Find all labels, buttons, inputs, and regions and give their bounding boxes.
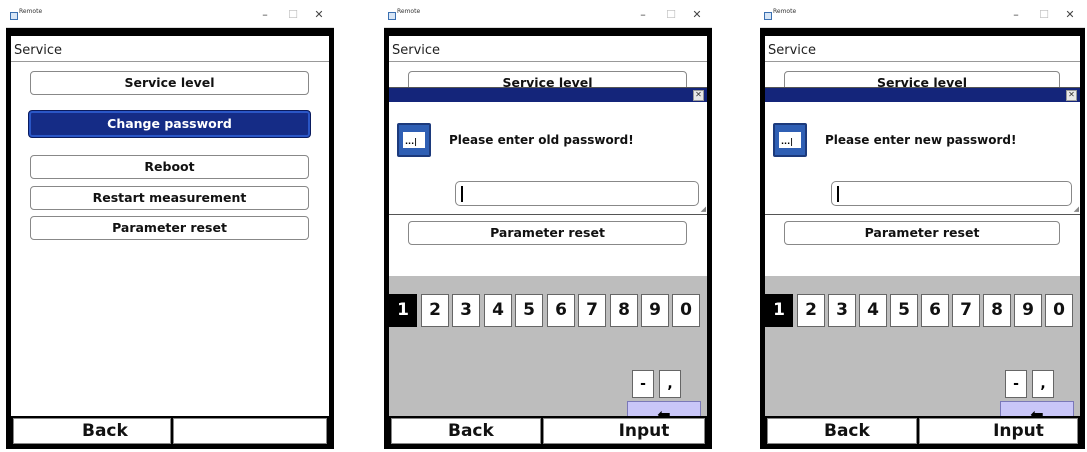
- parameter-reset-button[interactable]: Parameter reset: [30, 216, 309, 240]
- back-button[interactable]: Back: [391, 418, 541, 444]
- key-0[interactable]: 0: [672, 294, 700, 327]
- empty-footer-button[interactable]: [173, 418, 327, 444]
- close-button[interactable]: ✕: [1059, 6, 1081, 24]
- comma-key[interactable]: ,: [659, 370, 681, 398]
- dialog-title-bar: ✕: [765, 88, 1080, 102]
- input-button[interactable]: Input: [919, 418, 1078, 444]
- key-6[interactable]: 6: [921, 294, 949, 327]
- dialog-title-bar: ✕: [389, 88, 707, 102]
- key-5[interactable]: 5: [890, 294, 918, 327]
- key-2[interactable]: 2: [421, 294, 449, 327]
- device-screen: Service Service level Parameter reset ✕ …: [765, 36, 1080, 444]
- key-3[interactable]: 3: [452, 294, 480, 327]
- close-button[interactable]: ✕: [686, 6, 708, 24]
- page-title: Service: [14, 43, 63, 58]
- parameter-reset-button[interactable]: Parameter reset: [784, 221, 1060, 245]
- window-title: Remote: [773, 8, 797, 15]
- password-dialog: ✕ ...| Please enter old password! ◢: [389, 87, 707, 215]
- key-5[interactable]: 5: [515, 294, 543, 327]
- window-title: Remote: [19, 8, 43, 15]
- key-1[interactable]: 1: [765, 294, 793, 327]
- app-icon: [764, 12, 772, 20]
- key-4[interactable]: 4: [859, 294, 887, 327]
- dialog-message: Please enter new password!: [825, 133, 1017, 147]
- key-2[interactable]: 2: [797, 294, 825, 327]
- title-bar: Remote – ☐ ✕: [384, 4, 712, 28]
- change-password-button[interactable]: Change password: [28, 110, 311, 138]
- app-icon: [388, 12, 396, 20]
- remote-window-1: Remote – ☐ ✕ Service Service level Chang…: [6, 4, 334, 449]
- remote-window-3: Remote – ☐ ✕ Service Service level Param…: [760, 4, 1085, 449]
- minimize-button[interactable]: –: [632, 6, 654, 24]
- title-bar: Remote – ☐ ✕: [6, 4, 334, 28]
- key-1[interactable]: 1: [389, 294, 417, 327]
- remote-window-2: Remote – ☐ ✕ Service Service level Param…: [384, 4, 712, 449]
- back-button[interactable]: Back: [13, 418, 171, 444]
- maximize-button[interactable]: ☐: [282, 6, 304, 24]
- maximize-button[interactable]: ☐: [1033, 6, 1055, 24]
- dialog-close-icon[interactable]: ✕: [693, 90, 704, 101]
- page-title: Service: [768, 43, 817, 58]
- key-3[interactable]: 3: [828, 294, 856, 327]
- title-bar: Remote – ☐ ✕: [760, 4, 1085, 28]
- device-screen: Service Service level Parameter reset ✕ …: [389, 36, 707, 444]
- minus-key[interactable]: -: [632, 370, 654, 398]
- footer-bar: Back: [11, 416, 329, 444]
- maximize-button[interactable]: ☐: [660, 6, 682, 24]
- close-button[interactable]: ✕: [308, 6, 330, 24]
- text-caret: [837, 186, 839, 202]
- input-button[interactable]: Input: [543, 418, 705, 444]
- reboot-button[interactable]: Reboot: [30, 155, 309, 179]
- resize-grip-icon: ◢: [1073, 205, 1079, 213]
- header-divider: [765, 61, 1080, 62]
- key-7[interactable]: 7: [952, 294, 980, 327]
- back-button[interactable]: Back: [767, 418, 917, 444]
- key-0[interactable]: 0: [1045, 294, 1073, 327]
- password-input[interactable]: [831, 181, 1072, 206]
- service-level-button[interactable]: Service level: [30, 71, 309, 95]
- page-title: Service: [392, 43, 441, 58]
- key-8[interactable]: 8: [610, 294, 638, 327]
- password-icon: ...|: [773, 123, 807, 157]
- password-input[interactable]: [455, 181, 699, 206]
- parameter-reset-button[interactable]: Parameter reset: [408, 221, 687, 245]
- dialog-message: Please enter old password!: [449, 133, 634, 147]
- window-title: Remote: [397, 8, 421, 15]
- text-caret: [461, 186, 463, 202]
- minimize-button[interactable]: –: [254, 6, 276, 24]
- footer-bar: Back Input: [765, 416, 1080, 444]
- comma-key[interactable]: ,: [1032, 370, 1054, 398]
- dialog-close-icon[interactable]: ✕: [1066, 90, 1077, 101]
- password-dialog: ✕ ...| Please enter new password! ◢: [765, 87, 1080, 215]
- key-6[interactable]: 6: [547, 294, 575, 327]
- app-icon: [10, 12, 18, 20]
- minimize-button[interactable]: –: [1005, 6, 1027, 24]
- header-divider: [389, 61, 707, 62]
- key-4[interactable]: 4: [484, 294, 512, 327]
- footer-bar: Back Input: [389, 416, 707, 444]
- resize-grip-icon: ◢: [700, 205, 706, 213]
- key-9[interactable]: 9: [641, 294, 669, 327]
- minus-key[interactable]: -: [1005, 370, 1027, 398]
- key-7[interactable]: 7: [578, 294, 606, 327]
- key-8[interactable]: 8: [983, 294, 1011, 327]
- device-screen: Service Service level Change password Re…: [11, 36, 329, 444]
- header-divider: [11, 61, 329, 62]
- keypad-area: 1 2 3 4 5 6 7 8 9 0 - , ⬅: [765, 276, 1080, 428]
- password-icon: ...|: [397, 123, 431, 157]
- keypad-area: 1 2 3 4 5 6 7 8 9 0 - , ⬅: [389, 276, 707, 428]
- key-9[interactable]: 9: [1014, 294, 1042, 327]
- restart-measurement-button[interactable]: Restart measurement: [30, 186, 309, 210]
